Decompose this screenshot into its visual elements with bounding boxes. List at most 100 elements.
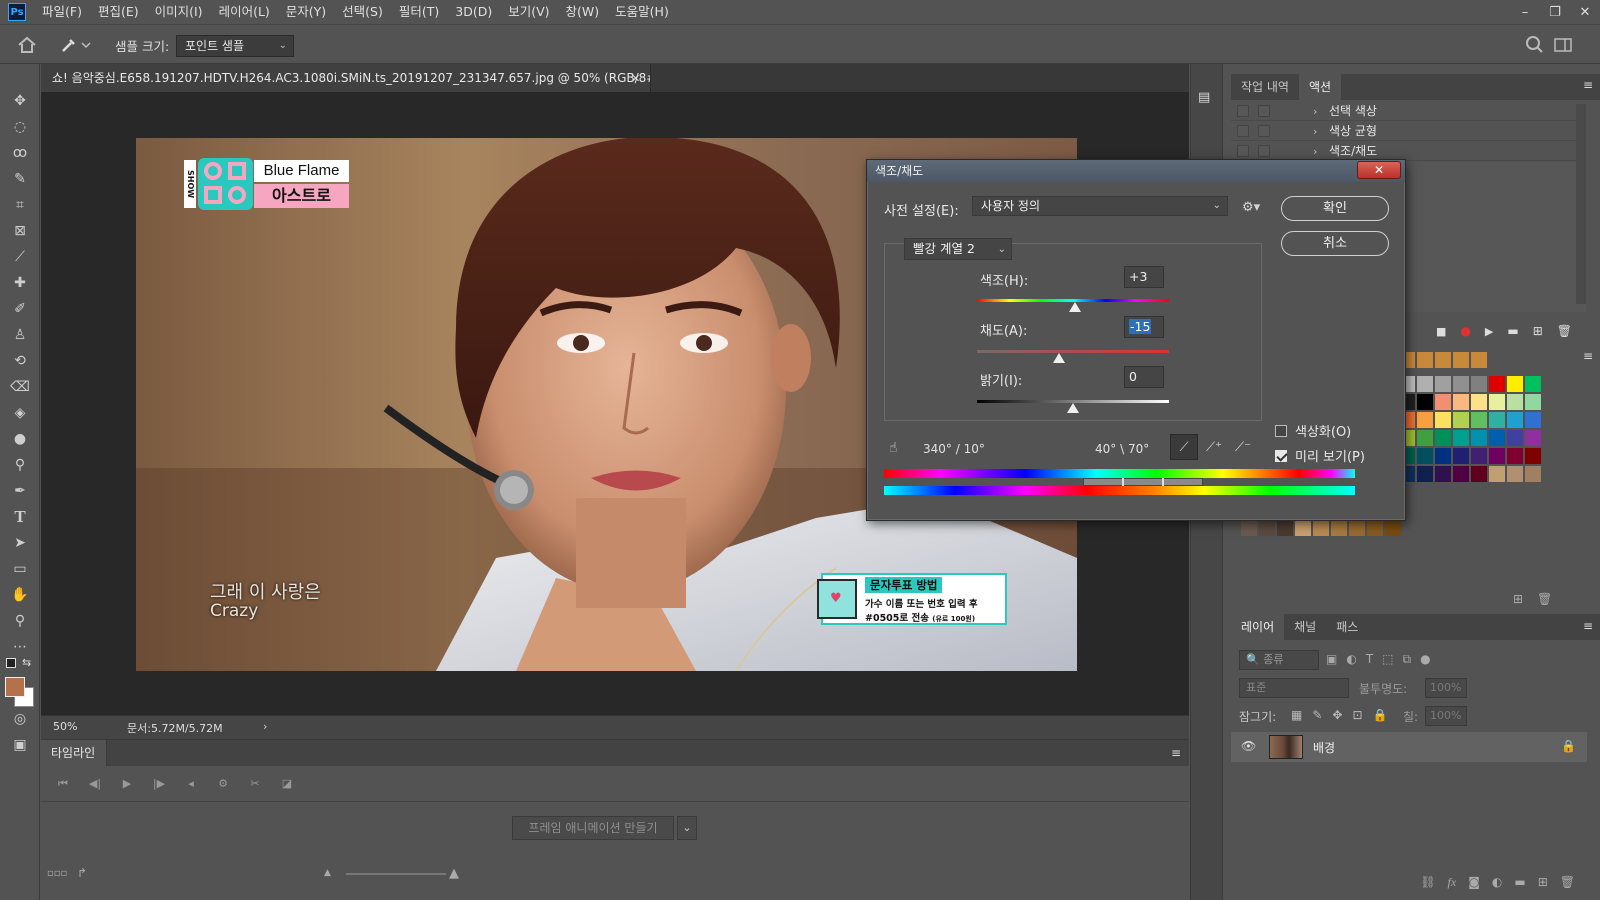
color-swatch[interactable] [1295,520,1311,536]
settings-gear-icon[interactable]: ⚙ [211,773,235,795]
pen-tool-icon[interactable]: ✒ [8,480,32,502]
color-swatch[interactable] [1489,466,1505,482]
close-icon[interactable]: ✕ [1357,161,1401,179]
actions-scrollbar[interactable] [1576,104,1586,304]
layer-filter-select[interactable]: 🔍 종류 [1239,650,1319,670]
preset-options-gear-icon[interactable]: ⚙▾ [1242,200,1260,215]
panel-menu-icon[interactable]: ≡ [1583,78,1593,92]
color-swatch[interactable] [1453,376,1469,392]
menu-window[interactable]: 창(W) [558,0,608,24]
subtract-from-sample-eyedropper-icon[interactable]: ⟋⁻ [1229,434,1257,460]
color-swatch[interactable] [1367,520,1383,536]
status-menu-arrow-icon[interactable]: › [263,720,267,733]
close-window-icon[interactable]: ✕ [1570,0,1600,24]
preview-checkbox[interactable]: 미리 보기(P) [1275,446,1365,465]
chevron-right-icon[interactable]: › [1313,102,1317,121]
color-swatch[interactable] [1453,412,1469,428]
action-toggle-checkbox[interactable] [1237,145,1249,157]
tab-channels[interactable]: 채널 [1284,614,1326,640]
color-swatch[interactable] [1417,376,1433,392]
trash-icon[interactable]: 🗑 [1557,324,1572,338]
menu-filter[interactable]: 필터(T) [391,0,447,24]
brush-tool-icon[interactable]: ✐ [8,298,32,320]
trash-icon[interactable]: 🗑 [1560,875,1575,889]
eyedropper-icon[interactable]: ⟋ [1170,434,1198,460]
quick-select-tool-icon[interactable]: ✎ [8,168,32,190]
menu-image[interactable]: 이미지(I) [147,0,211,24]
color-swatch[interactable] [1471,466,1487,482]
timeline-zoom-slider[interactable] [346,873,446,875]
color-swatch[interactable] [1331,520,1347,536]
add-to-sample-eyedropper-icon[interactable]: ⟋⁺ [1200,434,1228,460]
action-row[interactable]: › 색상 균형 [1231,122,1586,141]
color-swatch[interactable] [1417,412,1433,428]
panel-menu-icon[interactable]: ≡ [1171,746,1181,760]
ok-button[interactable]: 확인 [1281,196,1389,221]
foreground-color-swatch[interactable] [5,677,25,697]
color-swatch[interactable] [1241,520,1257,536]
marquee-tool-icon[interactable]: ◌ [8,116,32,138]
document-tab[interactable]: 쇼! 음악중심.E658.191207.HDTV.H264.AC3.1080i.… [41,64,651,92]
restore-icon[interactable]: ❐ [1540,0,1570,24]
new-swatch-icon[interactable]: ⊞ [1513,592,1523,606]
fill-input[interactable]: 100% [1425,706,1467,726]
color-range-select[interactable]: 빨강 계열 2 ⌄ [904,238,1012,260]
preset-select[interactable]: 사용자 정의 ⌄ [972,196,1228,216]
color-swatch[interactable] [1525,394,1541,410]
history-brush-icon[interactable]: ⟲ [8,350,32,372]
color-swatch[interactable] [1489,430,1505,446]
color-swatch[interactable] [1489,448,1505,464]
color-swatch[interactable] [1525,430,1541,446]
fx-icon[interactable]: fx [1448,875,1457,890]
frame-tool-icon[interactable]: ⊠ [8,220,32,242]
color-swatch[interactable] [1453,466,1469,482]
adjustment-filter-icon[interactable]: ◐ [1346,652,1356,667]
menu-view[interactable]: 보기(V) [500,0,557,24]
first-frame-icon[interactable]: ⏮ [51,773,75,795]
colorize-box[interactable] [1275,425,1287,437]
targeted-adjustment-hand-icon[interactable]: ☝ [889,440,898,456]
stamp-tool-icon[interactable]: ♙ [8,324,32,346]
action-dialog-checkbox[interactable] [1258,105,1270,117]
swap-colors-icon[interactable]: ⇆ [22,656,31,669]
color-swatch[interactable] [1489,412,1505,428]
eyedropper-tool-icon[interactable] [58,35,92,55]
color-range-slider[interactable] [1083,478,1203,486]
properties-icon[interactable]: ▤ [1198,90,1216,108]
color-swatch[interactable] [1385,520,1401,536]
color-swatch[interactable] [1435,466,1451,482]
zoom-level[interactable]: 50% [53,720,77,733]
image-filter-icon[interactable]: ▣ [1326,652,1337,667]
chevron-right-icon[interactable]: › [1313,122,1317,141]
menu-3d[interactable]: 3D(D) [447,0,500,24]
color-swatch[interactable] [1349,520,1365,536]
lightness-slider-thumb[interactable] [1067,403,1079,413]
create-frame-animation-button[interactable]: 프레임 애니메이션 만들기 [512,816,674,840]
color-swatch[interactable] [1507,466,1523,482]
tab-timeline[interactable]: 타임라인 [41,740,107,766]
color-swatch[interactable] [1453,394,1469,410]
color-swatch[interactable] [1471,430,1487,446]
hand-tool-icon[interactable]: ✋ [8,584,32,606]
saturation-slider-thumb[interactable] [1052,353,1065,363]
color-swatch[interactable] [1471,352,1487,368]
adjustment-layer-icon[interactable]: ◐ [1492,875,1502,889]
action-toggle-checkbox[interactable] [1237,125,1249,137]
zoom-tool-icon[interactable]: ⚲ [8,610,32,632]
more-tools-icon[interactable]: ⋯ [8,636,32,658]
next-frame-icon[interactable]: |▶ [147,773,171,795]
menu-layer[interactable]: 레이어(L) [211,0,278,24]
minimize-icon[interactable]: – [1510,0,1540,24]
range-handle[interactable] [1162,478,1164,486]
new-action-icon[interactable]: ⊞ [1533,324,1543,338]
search-icon[interactable] [1525,35,1545,55]
color-swatch[interactable] [1453,352,1469,368]
zoom-in-icon[interactable]: ▲ [449,866,459,881]
quick-mask-icon[interactable]: ◎ [8,708,32,730]
color-swatch[interactable] [1525,412,1541,428]
eraser-tool-icon[interactable]: ⌫ [8,376,32,398]
color-swatch[interactable] [1313,520,1329,536]
stop-icon[interactable]: ■ [1436,325,1446,338]
color-swatch[interactable] [1259,520,1275,536]
color-swatch[interactable] [1435,376,1451,392]
